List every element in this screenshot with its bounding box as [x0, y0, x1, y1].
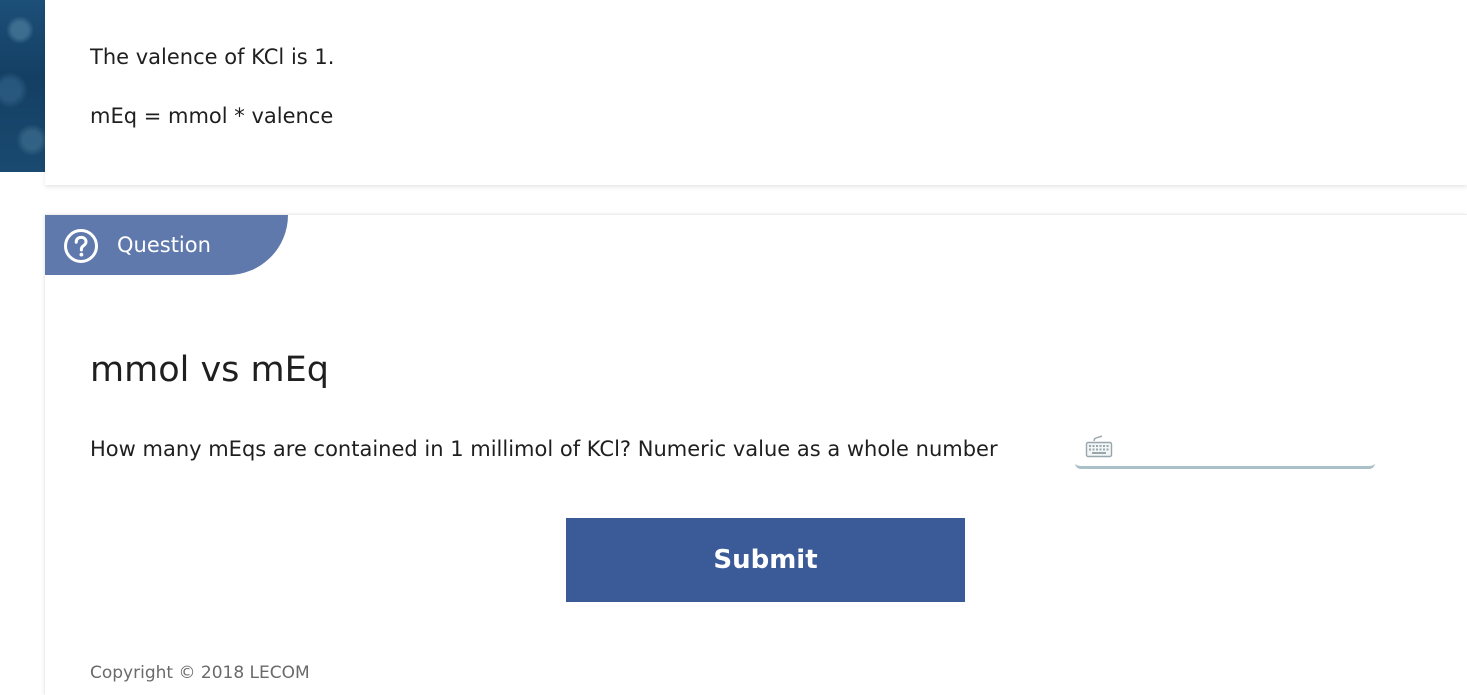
- background-image-strip: [0, 0, 45, 172]
- formula-text: mEq = mmol * valence: [90, 104, 334, 128]
- question-tab: Question: [45, 215, 288, 275]
- submit-button[interactable]: Submit: [566, 518, 965, 602]
- question-prompt: How many mEqs are contained in 1 millimo…: [90, 437, 998, 461]
- info-card: The valence of KCl is 1. mEq = mmol * va…: [45, 0, 1467, 185]
- answer-input[interactable]: [1121, 435, 1365, 465]
- keyboard-icon[interactable]: [1085, 435, 1113, 459]
- copyright-text: Copyright © 2018 LECOM: [90, 663, 310, 683]
- question-card: Question mmol vs mEq How many mEqs are c…: [45, 214, 1467, 695]
- valence-info-text: The valence of KCl is 1.: [90, 45, 335, 69]
- help-circle-icon: [64, 229, 98, 263]
- question-title: mmol vs mEq: [90, 350, 329, 390]
- question-tab-label: Question: [117, 233, 211, 257]
- answer-field[interactable]: [1075, 429, 1375, 469]
